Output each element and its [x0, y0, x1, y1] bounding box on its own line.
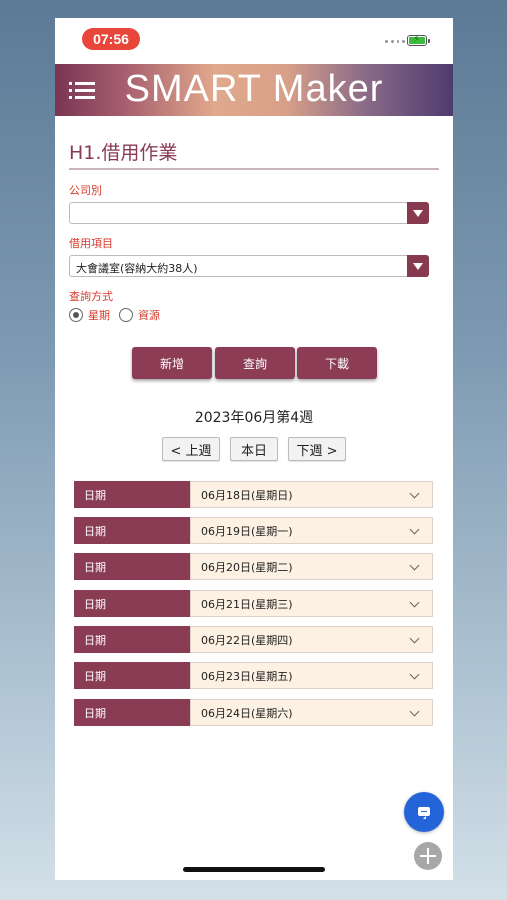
brand-logo: SMART Maker	[124, 68, 384, 110]
date-row-value: 06月21日(星期三)	[201, 597, 293, 611]
chevron-down-icon	[409, 633, 420, 644]
prev-week-button[interactable]: < 上週	[162, 437, 220, 461]
chevron-down-icon	[409, 488, 420, 499]
date-row-label: 日期	[74, 517, 190, 544]
chat-icon	[418, 807, 430, 819]
radio-weekday-label[interactable]: 星期	[88, 307, 110, 323]
chevron-down-icon	[409, 560, 420, 571]
add-button[interactable]: 新增	[132, 347, 212, 379]
today-button[interactable]: 本日	[230, 437, 278, 461]
item-select[interactable]: 大會議室(容納大約38人)	[69, 255, 429, 277]
date-row-value: 06月20日(星期二)	[201, 560, 293, 574]
date-row[interactable]: 日期 06月20日(星期二)	[74, 553, 434, 580]
app-header: SMART Maker	[55, 64, 453, 116]
page-title: H1.借用作業	[69, 142, 178, 164]
title-divider	[69, 168, 439, 170]
radio-weekday[interactable]	[69, 308, 83, 322]
date-row-label: 日期	[74, 699, 190, 726]
date-row[interactable]: 日期 06月24日(星期六)	[74, 699, 434, 726]
item-label: 借用項目	[69, 237, 113, 250]
date-row-label: 日期	[74, 481, 190, 508]
date-row[interactable]: 日期 06月19日(星期一)	[74, 517, 434, 544]
next-week-button[interactable]: 下週 >	[288, 437, 346, 461]
company-label: 公司別	[69, 184, 102, 197]
download-button[interactable]: 下載	[297, 347, 377, 379]
date-row[interactable]: 日期 06月21日(星期三)	[74, 590, 434, 617]
chevron-down-icon	[407, 202, 429, 224]
date-row-label: 日期	[74, 590, 190, 617]
chevron-down-icon	[409, 524, 420, 535]
chevron-down-icon	[407, 255, 429, 277]
date-row-value: 06月23日(星期五)	[201, 669, 293, 683]
chevron-down-icon	[409, 669, 420, 680]
date-row[interactable]: 日期 06月22日(星期四)	[74, 626, 434, 653]
signal-icon	[385, 40, 405, 44]
date-row-label: 日期	[74, 553, 190, 580]
date-row-value: 06月22日(星期四)	[201, 633, 293, 647]
chat-button[interactable]	[404, 792, 444, 832]
chevron-down-icon	[409, 706, 420, 717]
date-row-value: 06月18日(星期日)	[201, 488, 293, 502]
phone-screen: 07:56 ⚡ SMART Maker H1.借用作業 公司別 借用項目 大會議…	[55, 18, 453, 880]
date-row-label: 日期	[74, 626, 190, 653]
date-row-value: 06月19日(星期一)	[201, 524, 293, 538]
radio-resource-label[interactable]: 資源	[138, 307, 160, 323]
home-indicator	[183, 867, 325, 872]
battery-icon: ⚡	[407, 34, 430, 46]
item-select-value: 大會議室(容納大約38人)	[76, 262, 198, 275]
status-bar: 07:56 ⚡	[55, 18, 453, 62]
plus-icon[interactable]	[414, 842, 442, 870]
status-time: 07:56	[82, 28, 140, 50]
company-select[interactable]	[69, 202, 429, 224]
week-title: 2023年06月第4週	[194, 410, 314, 426]
query-mode-label: 查詢方式	[69, 290, 113, 303]
date-row[interactable]: 日期 06月23日(星期五)	[74, 662, 434, 689]
date-row-label: 日期	[74, 662, 190, 689]
date-row-value: 06月24日(星期六)	[201, 706, 293, 720]
query-mode-group: 星期 資源	[69, 306, 169, 324]
date-row[interactable]: 日期 06月18日(星期日)	[74, 481, 434, 508]
radio-resource[interactable]	[119, 308, 133, 322]
chevron-down-icon	[409, 597, 420, 608]
query-button[interactable]: 查詢	[215, 347, 295, 379]
